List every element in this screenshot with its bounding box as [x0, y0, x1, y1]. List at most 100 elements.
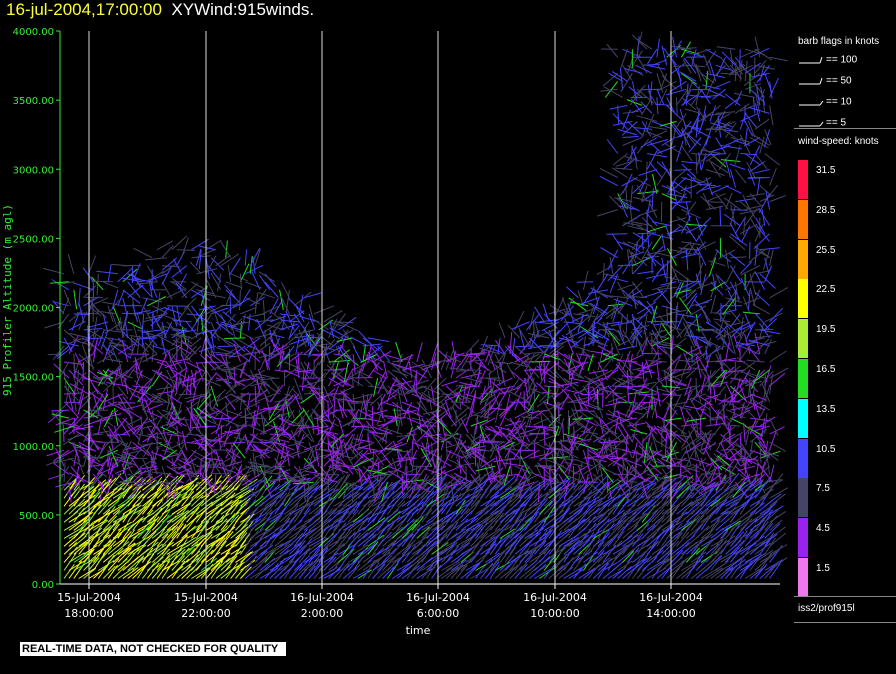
wind-barb: [230, 487, 249, 499]
wind-barb: [176, 388, 187, 403]
wind-barb: [641, 352, 662, 355]
wind-barb: [119, 481, 138, 483]
wind-barb: [423, 377, 437, 393]
wind-barb: [73, 417, 75, 435]
wind-barb: [705, 193, 726, 203]
wind-barb: [225, 289, 233, 306]
wind-barb: [171, 305, 178, 327]
wind-barb: [213, 417, 236, 420]
wind-barb: [622, 135, 639, 138]
wind-barb: [600, 337, 609, 355]
wind-barb: [729, 222, 741, 242]
wind-barb: [78, 567, 96, 579]
wind-barb: [629, 353, 633, 372]
wind-barb: [696, 246, 707, 266]
wind-barb: [546, 385, 550, 405]
wind-barb: [648, 360, 667, 363]
wind-barb: [293, 393, 303, 411]
wind-barb: [643, 129, 662, 138]
wind-barb: [729, 163, 746, 170]
wind-barb: [610, 276, 628, 283]
wind-barb: [593, 285, 599, 306]
wind-barb: [98, 401, 118, 411]
wind-barb: [666, 260, 669, 282]
wind-barb: [671, 121, 683, 136]
wind-barb: [470, 547, 483, 563]
wind-barb: [147, 403, 164, 411]
wind-barb: [416, 532, 429, 547]
wind-barb: [664, 417, 682, 421]
wind-barb: [661, 327, 677, 339]
wind-barb: [333, 397, 336, 419]
wind-barb: [523, 391, 526, 411]
wind-barb: [743, 422, 746, 443]
wind-barb: [401, 401, 420, 410]
wind-barb: [176, 443, 185, 459]
wind-barb: [191, 281, 207, 291]
wind-barb: [695, 338, 702, 355]
wind-barb: [147, 296, 167, 307]
wind-barb: [67, 254, 75, 274]
wind-barb: [715, 324, 729, 339]
wind-barb: [191, 500, 205, 515]
wind-barb: [553, 385, 570, 399]
wind-barb: [445, 442, 448, 459]
wind-barb: [183, 297, 197, 310]
wind-barb: [713, 64, 726, 78]
wind-barb: [112, 565, 126, 579]
wind-barb: [97, 563, 110, 579]
wind-barb: [73, 289, 78, 310]
wind-barb: [74, 352, 85, 371]
wind-barb: [284, 361, 304, 371]
wind-barb: [351, 425, 368, 428]
wind-barb: [718, 433, 736, 445]
wind-barb: [637, 225, 652, 234]
wind-barb: [465, 339, 480, 355]
wind-barb: [631, 233, 644, 250]
wind-barb: [749, 510, 768, 523]
wind-barb: [293, 492, 307, 507]
wind-barb: [89, 321, 109, 328]
wind-barb: [225, 281, 243, 289]
wind-barb: [284, 557, 295, 571]
wind-barb: [606, 139, 619, 154]
wind-barb: [680, 145, 693, 162]
wind-barb: [244, 410, 247, 428]
wind-barb: [549, 456, 569, 459]
wind-barb: [69, 383, 89, 395]
wind-barb: [588, 289, 608, 295]
wind-barb: [534, 306, 545, 323]
wind-barb: [739, 532, 753, 547]
wind-barb: [532, 417, 550, 426]
wind-barb: [690, 80, 704, 94]
wind-barb: [677, 223, 692, 235]
wind-barb: [583, 441, 600, 456]
wind-barb: [690, 524, 703, 539]
wind-barb: [426, 551, 444, 563]
wind-barb: [143, 306, 153, 323]
wind-barb: [317, 473, 339, 476]
wind-barb: [534, 321, 553, 325]
wind-barb: [713, 318, 731, 323]
wind-barb: [716, 46, 736, 50]
wind-barb: [729, 265, 743, 284]
wind-barb: [705, 169, 725, 176]
wind-barb: [314, 449, 334, 451]
wind-barb: [239, 392, 243, 411]
wind-barb: [178, 393, 197, 396]
wind-barb: [749, 552, 767, 563]
wind-barb: [715, 385, 726, 400]
wind-barb: [498, 322, 506, 339]
wind-barb: [63, 392, 83, 395]
wind-barb: [199, 458, 202, 477]
wind-barb: [401, 474, 404, 495]
wind-barb: [529, 360, 551, 363]
wind-barb: [566, 286, 579, 299]
wind-barb: [152, 345, 168, 351]
wind-barb: [573, 345, 591, 352]
wind-barb: [348, 376, 364, 387]
wind-barb: [426, 499, 438, 515]
wind-barb: [534, 442, 550, 451]
wind-barb: [518, 327, 530, 347]
wind-barb: [588, 553, 604, 563]
